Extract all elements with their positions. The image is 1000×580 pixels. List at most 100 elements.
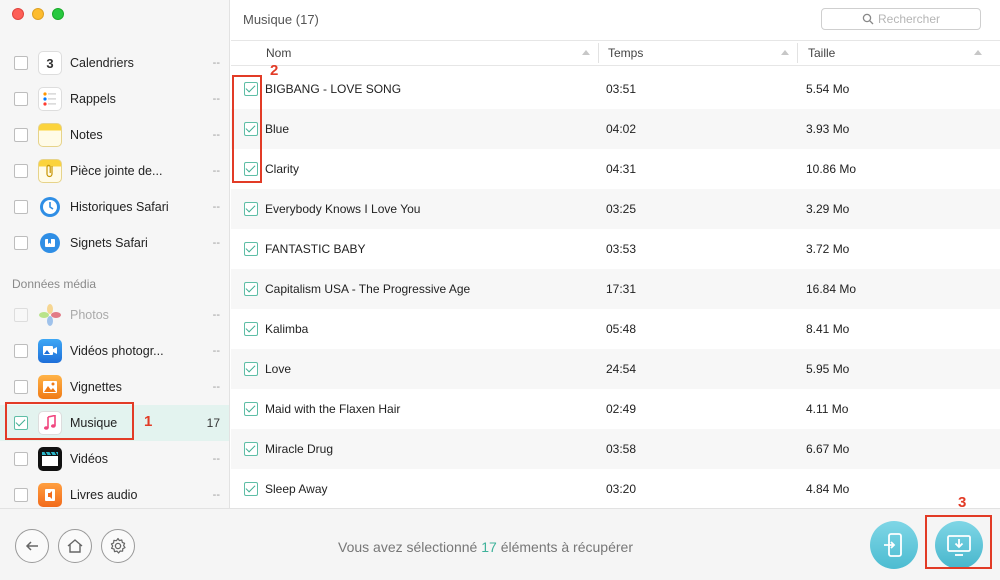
table-row[interactable]: FANTASTIC BABY 03:53 3.72 Mo (231, 229, 1000, 269)
song-duration: 24:54 (606, 362, 637, 376)
status-text-after: éléments à récupérer (500, 539, 633, 555)
sidebar-item-label: Calendriers (70, 56, 134, 70)
selected-count: 17 (481, 539, 497, 555)
song-duration: 03:53 (606, 242, 637, 256)
main-panel: Musique (17) Rechercher Nom Temps Taille… (231, 0, 1000, 508)
table-row[interactable]: Capitalism USA - The Progressive Age 17:… (231, 269, 1000, 309)
song-duration: 05:48 (606, 322, 637, 336)
sidebar-item-piece-jointe[interactable]: Pièce jointe de... -- (0, 153, 229, 189)
table-row[interactable]: Maid with the Flaxen Hair 02:49 4.11 Mo (231, 389, 1000, 429)
sort-ascending-icon (582, 50, 590, 55)
sidebar-item-signets-safari[interactable]: Signets Safari -- (0, 225, 229, 261)
annotation-number-3: 3 (958, 494, 967, 511)
sidebar-item-rappels[interactable]: Rappels -- (0, 81, 229, 117)
sidebar-checkbox[interactable] (14, 92, 28, 106)
row-checkbox[interactable] (244, 402, 258, 416)
column-header-size[interactable]: Taille (798, 41, 990, 65)
song-size: 6.67 Mo (806, 442, 850, 456)
thumbnails-icon (38, 375, 62, 399)
sidebar-checkbox[interactable] (14, 164, 28, 178)
sidebar-checkbox[interactable] (14, 236, 28, 250)
sidebar-item-label: Vignettes (70, 380, 122, 394)
column-header-label: Taille (808, 46, 836, 60)
close-window-button[interactable] (12, 8, 24, 20)
table-row[interactable]: Clarity 04:31 10.86 Mo (231, 149, 1000, 189)
sidebar-checkbox[interactable] (14, 128, 28, 142)
sidebar-item-label: Signets Safari (70, 236, 148, 250)
sidebar-item-historiques-safari[interactable]: Historiques Safari -- (0, 189, 229, 225)
song-size: 5.95 Mo (806, 362, 850, 376)
table-row[interactable]: BIGBANG - LOVE SONG 03:51 5.54 Mo (231, 69, 1000, 109)
sidebar-item-label: Livres audio (70, 488, 138, 502)
back-button[interactable] (15, 529, 49, 563)
row-checkbox[interactable] (244, 442, 258, 456)
row-checkbox[interactable] (244, 202, 258, 216)
sidebar-item-livres-audio[interactable]: Livres audio -- (0, 477, 229, 508)
sidebar-item-count: -- (212, 201, 220, 213)
page-title-label: Musique (243, 12, 293, 27)
row-checkbox[interactable] (244, 242, 258, 256)
zoom-window-button[interactable] (52, 8, 64, 20)
settings-button[interactable] (101, 529, 135, 563)
safari-history-icon (38, 195, 62, 219)
sidebar-item-notes[interactable]: Notes -- (0, 117, 229, 153)
sidebar-item-count: -- (212, 57, 220, 69)
table-row[interactable]: Blue 04:02 3.93 Mo (231, 109, 1000, 149)
song-size: 3.93 Mo (806, 122, 850, 136)
column-header-name[interactable]: Nom (231, 41, 598, 65)
sidebar-checkbox (14, 308, 28, 322)
song-duration: 04:02 (606, 122, 637, 136)
song-size: 4.84 Mo (806, 482, 850, 496)
sidebar-checkbox[interactable] (14, 200, 28, 214)
song-name: Capitalism USA - The Progressive Age (265, 282, 471, 296)
song-name: Miracle Drug (265, 442, 334, 456)
song-duration: 03:58 (606, 442, 637, 456)
sidebar-checkbox[interactable] (14, 452, 28, 466)
song-size: 16.84 Mo (806, 282, 857, 296)
row-checkbox[interactable] (244, 482, 258, 496)
sidebar-section-header: Données média (12, 277, 97, 291)
sidebar-item-videos[interactable]: Vidéos -- (0, 441, 229, 477)
photos-icon (38, 303, 62, 327)
song-size: 10.86 Mo (806, 162, 857, 176)
table-row[interactable]: Kalimba 05:48 8.41 Mo (231, 309, 1000, 349)
minimize-window-button[interactable] (32, 8, 44, 20)
sort-ascending-icon (781, 50, 789, 55)
sidebar-item-photos: Photos -- (0, 297, 229, 333)
sidebar-item-count: -- (212, 129, 220, 141)
row-checkbox[interactable] (244, 282, 258, 296)
sidebar-item-count: -- (212, 453, 220, 465)
sidebar-checkbox[interactable] (14, 344, 28, 358)
safari-bookmarks-icon (38, 231, 62, 255)
sidebar-item-vignettes[interactable]: Vignettes -- (0, 369, 229, 405)
sidebar-checkbox[interactable] (14, 56, 28, 70)
sidebar-item-label: Vidéos (70, 452, 108, 466)
song-size: 5.54 Mo (806, 82, 850, 96)
table-row[interactable]: Sleep Away 03:20 4.84 Mo (231, 469, 1000, 508)
sidebar-item-count: -- (212, 489, 220, 501)
table-row[interactable]: Love 24:54 5.95 Mo (231, 349, 1000, 389)
phone-import-icon (884, 533, 902, 557)
sidebar-item-count: -- (212, 381, 220, 393)
row-checkbox[interactable] (244, 322, 258, 336)
sidebar-item-calendriers[interactable]: 3 Calendriers -- (0, 45, 229, 81)
recover-to-device-button[interactable] (870, 521, 918, 569)
window-controls (12, 8, 64, 20)
table-row[interactable]: Everybody Knows I Love You 03:25 3.29 Mo (231, 189, 1000, 229)
sidebar-item-count: -- (212, 345, 220, 357)
song-name: Love (265, 362, 292, 376)
sidebar-item-label: Notes (70, 128, 103, 142)
search-placeholder: Rechercher (877, 12, 941, 26)
song-duration: 02:49 (606, 402, 637, 416)
sidebar-checkbox[interactable] (14, 380, 28, 394)
column-header-time[interactable]: Temps (599, 41, 797, 65)
sidebar-item-videos-photo[interactable]: Vidéos photogr... -- (0, 333, 229, 369)
reminders-icon (38, 87, 62, 111)
row-checkbox[interactable] (244, 362, 258, 376)
sidebar-checkbox[interactable] (14, 488, 28, 502)
sidebar-item-count: -- (212, 309, 220, 321)
table-row[interactable]: Miracle Drug 03:58 6.67 Mo (231, 429, 1000, 469)
search-input[interactable]: Rechercher (821, 8, 981, 30)
home-button[interactable] (58, 529, 92, 563)
song-name: Blue (265, 122, 290, 136)
